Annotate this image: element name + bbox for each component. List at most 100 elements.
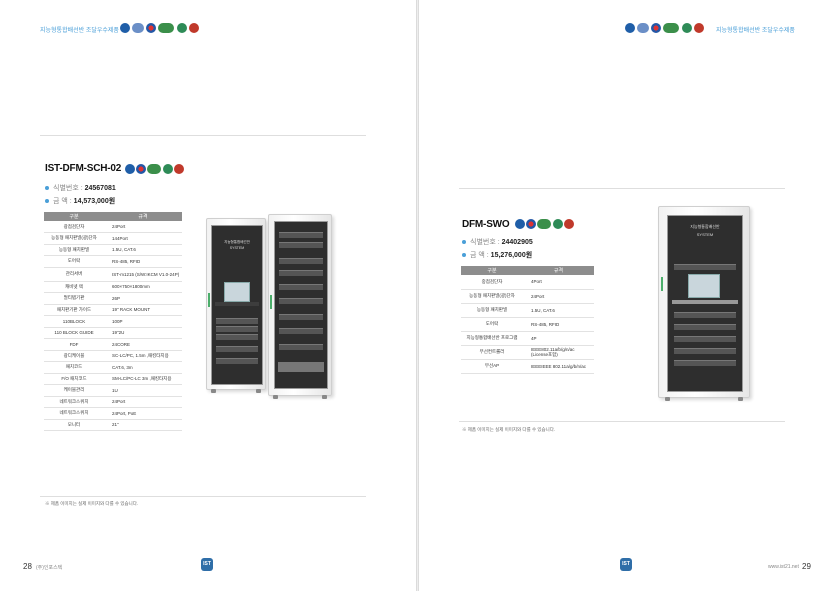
table-row: 중점검단자 4Port [461,275,594,290]
id-line: 식별번호 : 24567081 [45,183,116,193]
table-row: 도어락 RS-485, RFID [44,255,182,268]
cabinet-foot [322,395,327,399]
price-line: 금 액 : 15,276,000원 [462,250,532,260]
row-category: 네트워크스위치 [44,407,104,420]
row-category: FDF [44,338,104,351]
table-row: 패치판기판 가이드 19" RACK MOUNT [44,304,182,316]
rack-unit [279,270,323,276]
row-spec: 144Port [104,232,182,245]
cert-logo-icon [515,219,525,229]
header-title: 지능형통합배선반 조달우수제품 [40,28,119,34]
door-handle [661,277,663,291]
table-header-spec: 규격 [104,212,182,221]
certification-logo-2-icon [637,23,649,33]
bullet-icon [45,186,49,191]
rack-unit [279,328,323,334]
page-number: 29 [802,562,811,571]
price-label: 금 액 : [53,198,72,205]
row-category: 광점검단자 [44,221,104,233]
rack-unit [279,232,323,238]
row-spec: 19" RACK MOUNT [104,304,182,316]
cert-logo-icon [125,164,135,174]
price-label: 금 액 : [470,252,489,259]
table-row: 능동형 패치판넬(광)단자 24Port [461,289,594,304]
table-row: 110BLOCK 100P [44,315,182,328]
cabinet-left: 지능형통합배선반 SYSTEM [206,218,266,393]
korea-emblem-icon [526,219,536,229]
row-spec: IEEEIEEE 802.11a/g/b/n/ac [523,359,594,374]
table-row: F/O 패치코드 SM-LC/PC-LC 3m ,패킹타지용 [44,373,182,385]
certification-logos [625,23,715,35]
row-category: 도어락 [461,317,523,332]
table-row: 광점검단자 24Port [44,221,182,233]
pps-logo-icon [174,164,184,174]
procurement-logo-icon [537,219,551,229]
product-cert-logos [515,219,575,231]
rack-unit [216,346,258,352]
row-spec: 1.5U, CAT.6 [523,303,594,318]
table-header-category: 구분 [461,266,523,275]
pps-logo-icon [694,23,704,33]
rack-unit [216,318,258,324]
green-logo-icon [682,23,692,33]
cabinet-label-sub: SYSTEM [696,232,714,237]
cabinet-window: 지능형통합배선반 SYSTEM [667,215,743,392]
rack-unit [216,326,258,332]
ist-logo-icon: IST [201,558,213,571]
table-row: 능동형 패치판넬 1.5U, CAT.6 [44,244,182,256]
row-spec: 24Port, PoE [104,407,182,420]
id-line: 식별번호 : 24402905 [462,237,533,247]
cabinet-label: 지능형통합배선반 [690,224,720,229]
rack-unit [216,334,258,340]
cabinet-foot [211,389,216,393]
certification-logo-1-icon [120,23,130,33]
row-spec: 100P [104,315,182,328]
bullet-icon [462,253,466,258]
procurement-logo-icon [158,23,174,33]
row-category: 110 BLOCK GUIDE [44,327,104,339]
row-category: 관리서버 [44,267,104,282]
page-number: 28 [23,562,32,571]
row-category: F/O 패치코드 [44,373,104,385]
table-row: 모니터 21" [44,419,182,431]
website: www.ist21.net [768,564,799,570]
row-spec: 1.5U, CAT.6 [104,244,182,256]
rack-unit [673,348,737,354]
row-category: 모니터 [44,419,104,431]
certification-logos [120,23,210,35]
table-row: 능동형 패치판넬(광)단자 144Port [44,232,182,245]
korea-emblem-icon [651,23,661,33]
table-row: 네트워크스위치 24Port [44,396,182,408]
rack-unit [279,314,323,320]
row-spec: 24CORE [104,338,182,351]
green-logo-icon [177,23,187,33]
table-row: 무선컨트롤러 IEEE802.11a/b/g/n/ac (License포함) [461,345,594,360]
row-category: 능동형 패치판넬 [44,244,104,256]
row-spec: 24Port [104,396,182,408]
rack-unit [673,336,737,342]
id-value: 24567081 [84,185,116,192]
table-row: 멀티탭기판 26P [44,292,182,305]
spec-table: 구분 규격 중점검단자 4Port 능동형 패치판넬(광)단자 24Port 능동형 패… [461,266,594,374]
row-category: 110BLOCK [44,315,104,328]
row-spec: 1U [104,384,182,397]
row-spec: 21" [104,419,182,431]
pps-logo-icon [564,219,574,229]
table-row: 능동형 패치판넬 1.5U, CAT.6 [461,303,594,318]
rack-unit [216,358,258,364]
table-row: FDF 24CORE [44,338,182,351]
table-row: 광디케이블 SC-LC/PC, 1.5m ,패킹타지용 [44,350,182,362]
rack-unit [279,258,323,264]
pps-logo-icon [189,23,199,33]
cabinet-label: 지능형통합배선반 [224,240,250,244]
row-spec: RS-485, RFID [523,317,594,332]
row-spec: SC-LC/PC, 1.5m ,패킹타지용 [104,350,182,362]
bullet-icon [462,240,466,245]
header-title: 지능형통합배선반 조달우수제품 [716,28,795,34]
row-category: 능동형 패치판넬 [461,303,523,318]
door-handle [270,295,272,309]
row-spec: 26P [104,292,182,305]
certification-logo-2-icon [132,23,144,33]
certification-logo-1-icon [625,23,635,33]
image-note: ※ 제품 이미지는 실제 이미지와 다를 수 있습니다. [462,427,556,432]
